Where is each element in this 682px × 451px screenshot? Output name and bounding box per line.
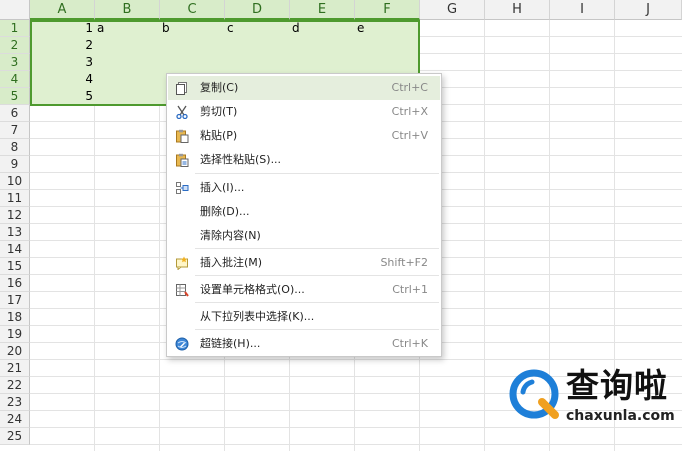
paste-special-icon	[175, 153, 189, 167]
menu-item-shortcut: Shift+F2	[380, 256, 428, 269]
menu-item-label: 选择性粘贴(S)...	[200, 153, 282, 166]
menu-item-label: 复制(C)	[200, 81, 239, 94]
menu-item-6-d[interactable]: 删除(D)...	[168, 200, 440, 224]
column-header-g[interactable]: G	[420, 0, 485, 20]
row-header-13[interactable]: 13	[0, 224, 30, 241]
insert-icon	[175, 181, 189, 195]
grid-vline	[484, 20, 485, 451]
menu-item-8-m[interactable]: 插入批注(M) Shift+F2	[168, 251, 440, 275]
menu-item-shortcut: Ctrl+C	[391, 81, 428, 94]
row-header-7[interactable]: 7	[0, 122, 30, 139]
row-header-19[interactable]: 19	[0, 326, 30, 343]
cell-b1[interactable]: a	[97, 20, 104, 37]
column-header-i[interactable]: I	[550, 0, 615, 20]
cell-d1[interactable]: c	[227, 20, 234, 37]
row-header-14[interactable]: 14	[0, 241, 30, 258]
menu-item-label: 清除内容(N)	[200, 229, 261, 242]
menu-item-shortcut: Ctrl+V	[391, 129, 428, 142]
row-header-16[interactable]: 16	[0, 275, 30, 292]
row-header-8[interactable]: 8	[0, 139, 30, 156]
watermark-brand-cn: 查询啦	[566, 366, 668, 405]
row-header-6[interactable]: 6	[0, 105, 30, 122]
cell-a5[interactable]: 5	[30, 88, 93, 105]
column-header-f[interactable]: F	[355, 0, 420, 20]
cell-e1[interactable]: d	[292, 20, 300, 37]
column-header-a[interactable]: A	[30, 0, 95, 20]
row-header-9[interactable]: 9	[0, 156, 30, 173]
menu-item-label: 从下拉列表中选择(K)...	[200, 310, 315, 323]
menu-item-10-k[interactable]: 从下拉列表中选择(K)...	[168, 305, 440, 329]
menu-item-9-o[interactable]: 设置单元格格式(O)... Ctrl+1	[168, 278, 440, 302]
cell-a3[interactable]: 3	[30, 54, 93, 71]
scissors-icon	[175, 105, 189, 120]
context-menu: 复制(C) Ctrl+C 剪切(T) Ctrl+X 粘贴(P) Ctrl+V 选择性粘贴(S…	[166, 73, 442, 357]
row-header-12[interactable]: 12	[0, 207, 30, 224]
cell-a1[interactable]: 1	[30, 20, 93, 37]
copy-icon	[175, 81, 189, 95]
column-header-c[interactable]: C	[160, 0, 225, 20]
menu-item-2-t[interactable]: 剪切(T) Ctrl+X	[168, 100, 440, 124]
row-header-24[interactable]: 24	[0, 411, 30, 428]
menu-separator	[195, 275, 439, 276]
menu-item-11-h[interactable]: 超链接(H)... Ctrl+K	[168, 332, 440, 356]
row-header-21[interactable]: 21	[0, 360, 30, 377]
row-header-2[interactable]: 2	[0, 37, 30, 54]
menu-separator	[195, 302, 439, 303]
cell-f1[interactable]: e	[357, 20, 364, 37]
cell-a4[interactable]: 4	[30, 71, 93, 88]
column-header-e[interactable]: E	[290, 0, 355, 20]
menu-item-label: 超链接(H)...	[200, 337, 261, 350]
column-header-j[interactable]: J	[615, 0, 682, 20]
column-header-d[interactable]: D	[225, 0, 290, 20]
menu-item-label: 设置单元格格式(O)...	[200, 283, 305, 296]
row-header-18[interactable]: 18	[0, 309, 30, 326]
row-header-10[interactable]: 10	[0, 173, 30, 190]
menu-item-4-s[interactable]: 选择性粘贴(S)...	[168, 148, 440, 172]
cell-c1[interactable]: b	[162, 20, 170, 37]
menu-item-1-c[interactable]: 复制(C) Ctrl+C	[168, 76, 440, 100]
menu-item-label: 剪切(T)	[200, 105, 238, 118]
hyperlink-icon	[175, 337, 189, 351]
menu-item-shortcut: Ctrl+X	[391, 105, 428, 118]
row-header-17[interactable]: 17	[0, 292, 30, 309]
magnifier-logo-icon	[509, 369, 559, 419]
watermark: 查询啦 chaxunla.com	[508, 364, 680, 434]
menu-item-label: 插入(I)...	[200, 181, 245, 194]
column-header-b[interactable]: B	[95, 0, 160, 20]
menu-item-5-i[interactable]: 插入(I)...	[168, 176, 440, 200]
row-header-11[interactable]: 11	[0, 190, 30, 207]
cell-a2[interactable]: 2	[30, 37, 93, 54]
menu-item-shortcut: Ctrl+1	[392, 283, 428, 296]
row-header-15[interactable]: 15	[0, 258, 30, 275]
format-cells-icon	[175, 283, 189, 297]
grid-hline	[30, 444, 682, 445]
watermark-brand-en: chaxunla.com	[566, 408, 675, 424]
menu-item-label: 粘贴(P)	[200, 129, 238, 142]
grid-hline	[30, 359, 682, 360]
menu-item-3-p[interactable]: 粘贴(P) Ctrl+V	[168, 124, 440, 148]
comment-icon	[175, 256, 189, 271]
select-all-corner[interactable]	[0, 0, 30, 20]
row-header-1[interactable]: 1	[0, 20, 30, 37]
menu-item-shortcut: Ctrl+K	[391, 337, 428, 350]
row-header-3[interactable]: 3	[0, 54, 30, 71]
row-header-5[interactable]: 5	[0, 88, 30, 105]
menu-item-7-n[interactable]: 清除内容(N)	[168, 224, 440, 248]
column-header-h[interactable]: H	[485, 0, 550, 20]
menu-item-label: 删除(D)...	[200, 205, 250, 218]
row-header-25[interactable]: 25	[0, 428, 30, 445]
menu-item-label: 插入批注(M)	[200, 256, 263, 269]
row-header-23[interactable]: 23	[0, 394, 30, 411]
menu-separator	[195, 248, 439, 249]
row-header-20[interactable]: 20	[0, 343, 30, 360]
row-header-4[interactable]: 4	[0, 71, 30, 88]
menu-separator	[195, 173, 439, 174]
menu-separator	[195, 329, 439, 330]
paste-icon	[175, 129, 189, 143]
row-header-22[interactable]: 22	[0, 377, 30, 394]
